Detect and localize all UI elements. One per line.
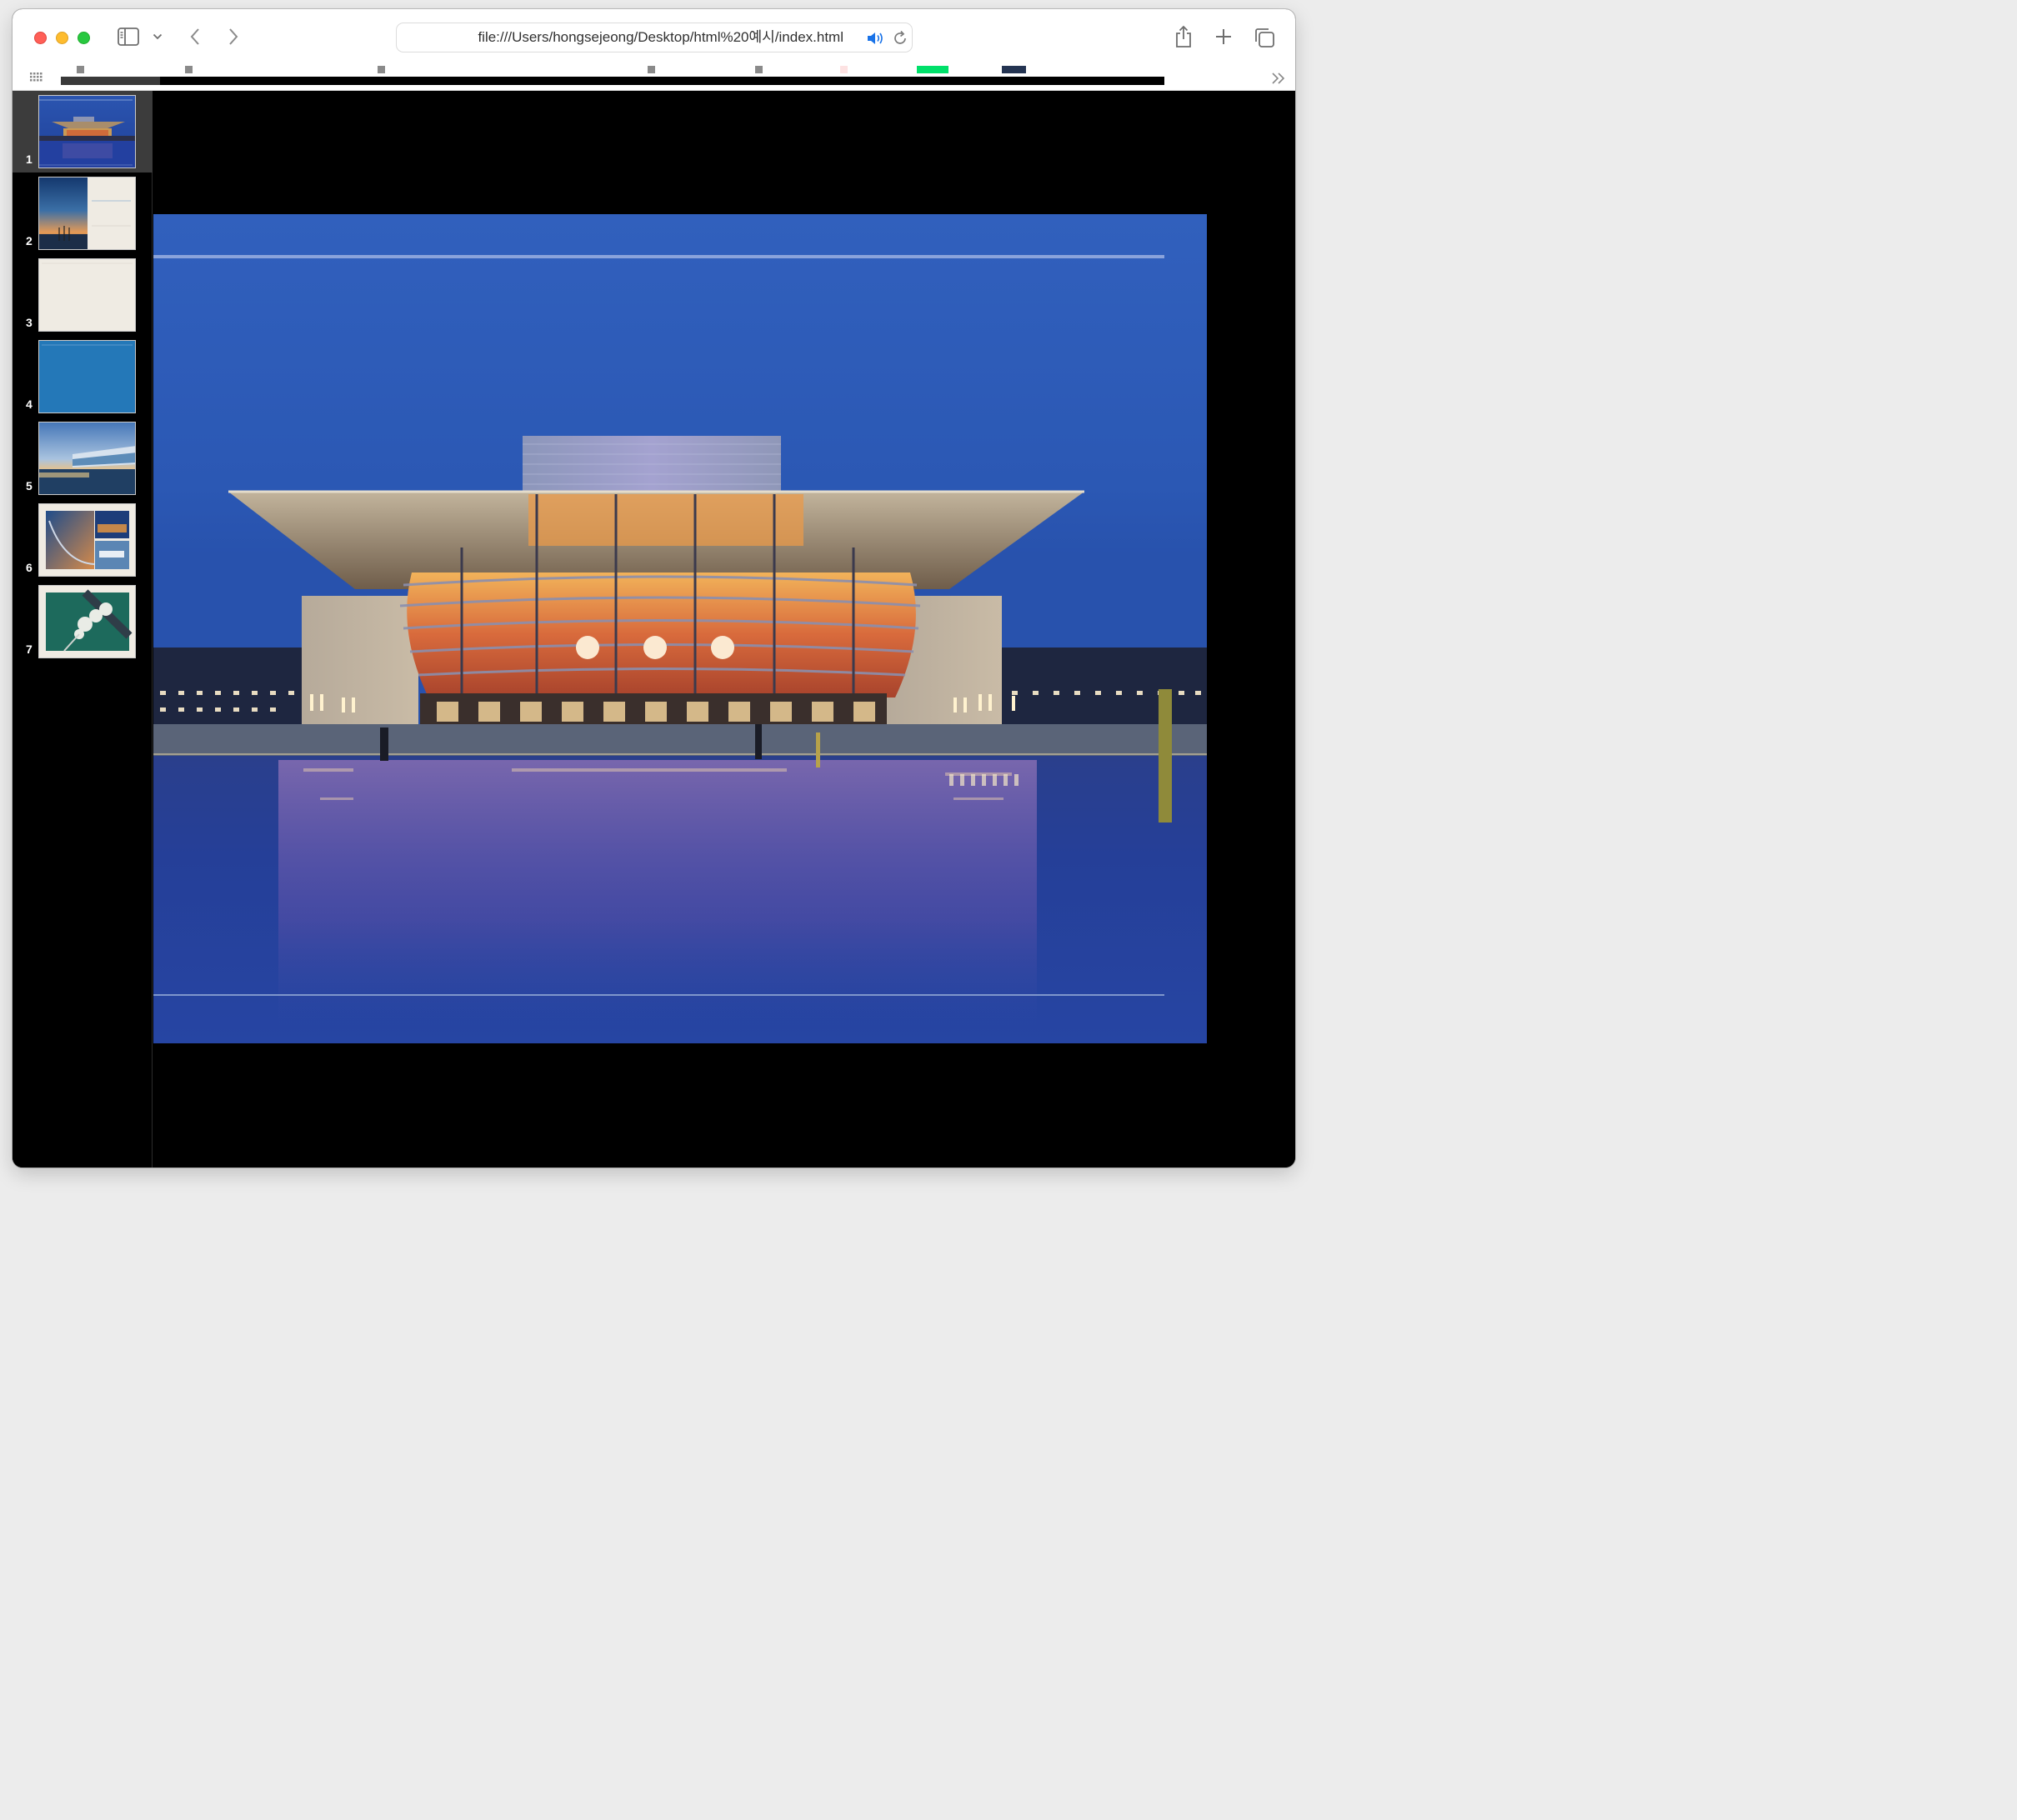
slide-thumbnail-4[interactable]: 4: [13, 336, 153, 418]
favorite-item[interactable]: [755, 66, 763, 73]
favorite-item[interactable]: [185, 66, 193, 73]
slide-thumbnail-image: [38, 503, 136, 577]
grid-icon[interactable]: [29, 69, 44, 84]
slide-number: 5: [26, 479, 33, 492]
slide-number: 2: [26, 234, 33, 248]
favorite-item[interactable]: [77, 66, 84, 73]
slide-thumbnail-1[interactable]: 1: [13, 91, 153, 172]
browser-window: file:///Users/hongsejeong/Desktop/html%2…: [13, 9, 1295, 1168]
presentation-viewer: 1 2 3 4 5 6 7: [13, 91, 1295, 1168]
favorite-item[interactable]: [648, 66, 655, 73]
url-text[interactable]: file:///Users/hongsejeong/Desktop/html%2…: [397, 23, 843, 52]
zoom-window-button[interactable]: [78, 32, 90, 44]
close-window-button[interactable]: [34, 32, 47, 44]
slide-thumbnail-5[interactable]: 5: [13, 418, 153, 499]
slide-number: 4: [26, 398, 33, 411]
opera-house-photo: [153, 214, 1207, 1043]
forward-arrow-icon[interactable]: [224, 26, 243, 48]
favorite-item[interactable]: [917, 66, 948, 73]
slide-thumbnail-image: [38, 258, 136, 332]
slide-thumbnail-panel[interactable]: 1 2 3 4 5 6 7: [13, 91, 153, 1168]
favorite-item[interactable]: [1002, 66, 1026, 73]
chevron-down-icon[interactable]: [151, 29, 164, 44]
slide-number: 7: [26, 642, 33, 656]
share-icon[interactable]: [1173, 24, 1194, 49]
slide-thumbnail-image: [38, 95, 136, 168]
sidebar-icon[interactable]: [118, 28, 139, 46]
favorites-bar: [13, 64, 1295, 91]
slide-thumbnail-6[interactable]: 6: [13, 499, 153, 581]
slide-thumbnail-7[interactable]: 7: [13, 581, 153, 662]
address-bar[interactable]: file:///Users/hongsejeong/Desktop/html%2…: [396, 22, 913, 52]
favorite-item[interactable]: [840, 66, 848, 73]
slide-thumbnail-2[interactable]: 2: [13, 172, 153, 254]
browser-toolbar: file:///Users/hongsejeong/Desktop/html%2…: [13, 9, 1295, 64]
slide-number: 1: [26, 152, 33, 166]
speaker-icon[interactable]: [866, 30, 884, 47]
double-chevron-right-icon[interactable]: [1269, 71, 1288, 86]
back-arrow-icon[interactable]: [186, 26, 204, 48]
slide-thumbnail-image: [38, 422, 136, 495]
favorite-item[interactable]: [378, 66, 385, 73]
slide-thumbnail-image: [38, 177, 136, 250]
reload-icon[interactable]: [892, 30, 908, 47]
page-progress-fill: [61, 77, 161, 85]
slide-thumbnail-image: [38, 585, 136, 658]
slide-number: 6: [26, 561, 33, 574]
minimize-window-button[interactable]: [56, 32, 68, 44]
slide-thumbnail-image: [38, 340, 136, 413]
slide-thumbnail-3[interactable]: 3: [13, 254, 153, 336]
slide-number: 3: [26, 316, 33, 329]
plus-icon[interactable]: [1213, 26, 1234, 48]
current-slide: [153, 214, 1207, 1043]
tabs-overview-icon[interactable]: [1253, 26, 1276, 49]
page-progress-bar: [61, 77, 1164, 85]
